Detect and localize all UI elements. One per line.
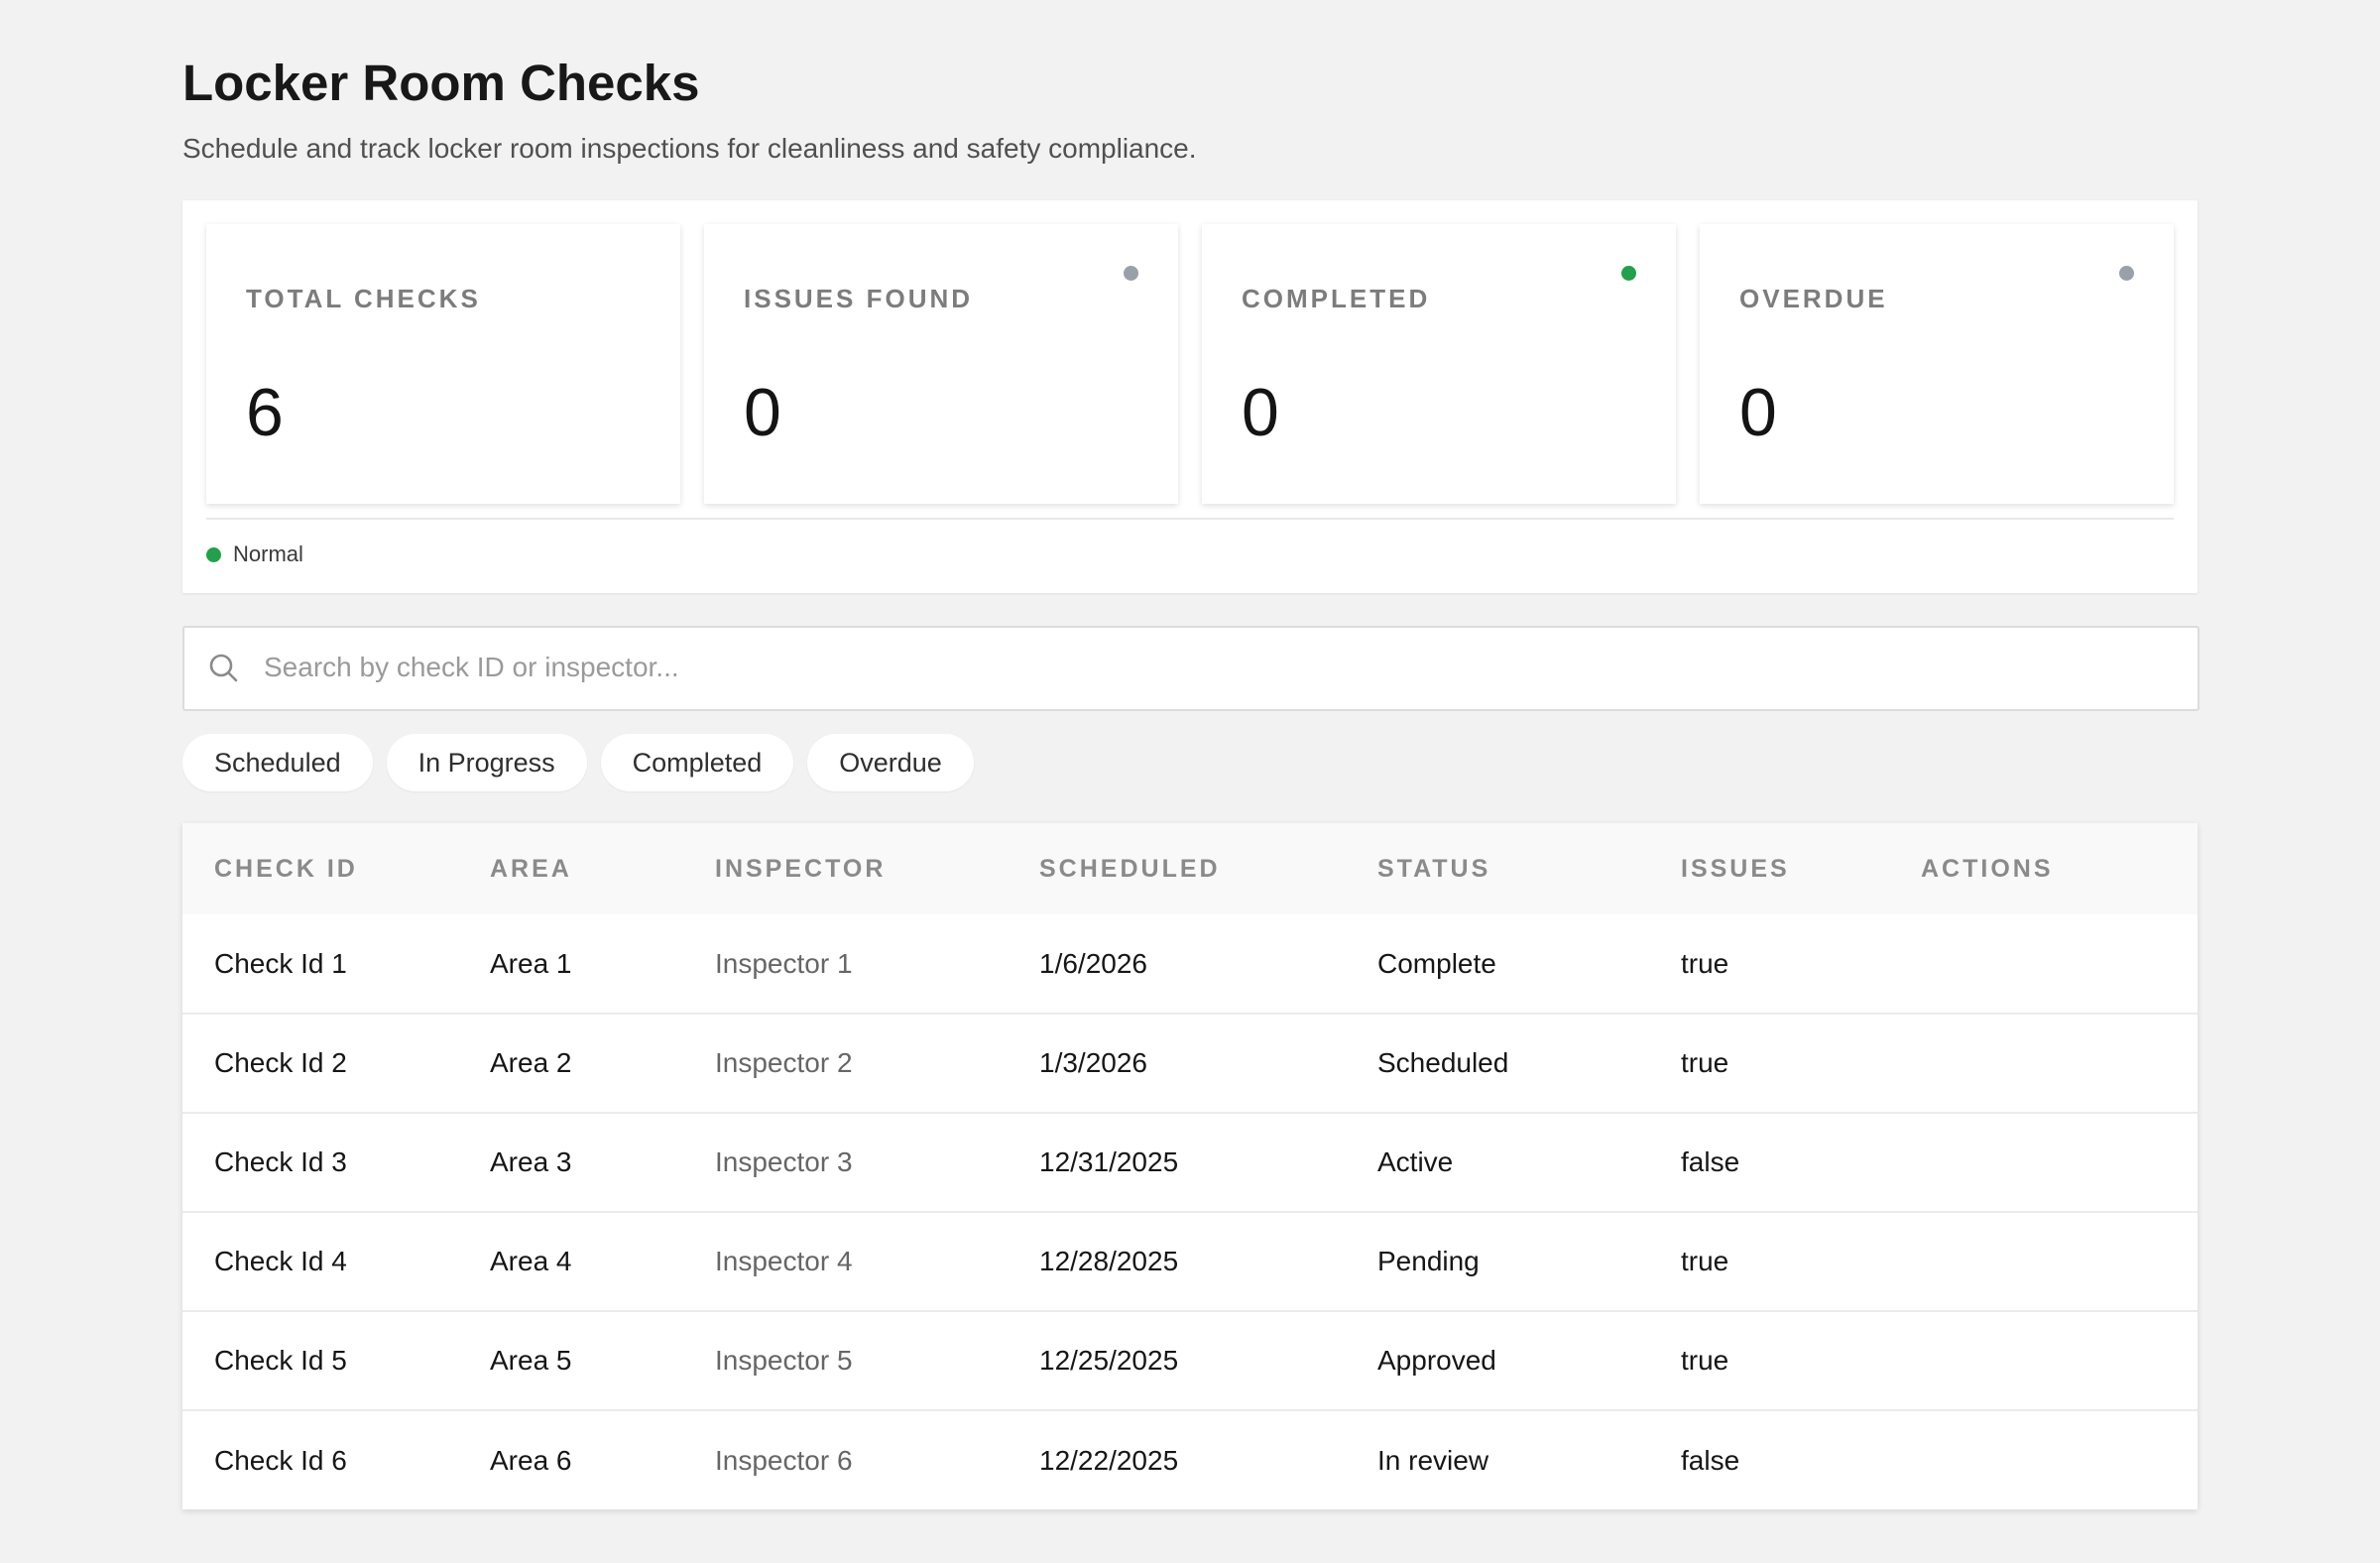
page: Locker Room Checks Schedule and track lo… (0, 0, 2380, 1563)
column-header-area[interactable]: AREA (490, 823, 715, 914)
legend-dot-icon (206, 546, 221, 562)
table-row[interactable]: Check Id 6 Area 6 Inspector 6 12/22/2025… (182, 1410, 2198, 1509)
cell-area: Area 1 (490, 947, 572, 979)
table-row[interactable]: Check Id 3 Area 3 Inspector 3 12/31/2025… (182, 1113, 2198, 1212)
cell-issues: true (1681, 1047, 1729, 1078)
cell-issues: false (1681, 1444, 1740, 1476)
cell-status: Approved (1377, 1345, 1496, 1376)
cell-status: Active (1377, 1146, 1454, 1177)
cell-scheduled: 1/3/2026 (1039, 1047, 1147, 1078)
status-dot-icon (1621, 266, 1636, 281)
table-header-row: CHECK ID AREA INSPECTOR SCHEDULED STATUS… (182, 823, 2198, 914)
cell-check-id: Check Id 5 (214, 1345, 347, 1376)
stat-card-overdue: OVERDUE 0 (1700, 224, 2174, 504)
cell-actions (1921, 1014, 2198, 1113)
stat-label: TOTAL CHECKS (246, 284, 481, 313)
cell-inspector: Inspector 1 (715, 947, 853, 979)
page-subtitle: Schedule and track locker room inspectio… (182, 133, 1197, 164)
search-icon (209, 654, 238, 682)
stat-value: 0 (1739, 375, 1777, 450)
stat-label: ISSUES FOUND (744, 284, 974, 313)
cell-status: In review (1377, 1444, 1489, 1476)
column-header-issues[interactable]: ISSUES (1681, 823, 1921, 914)
cell-status: Complete (1377, 947, 1496, 979)
cell-inspector: Inspector 2 (715, 1047, 853, 1078)
cell-actions (1921, 1410, 2198, 1509)
filter-chip-in-progress[interactable]: In Progress (386, 734, 587, 791)
stat-value: 6 (246, 375, 284, 450)
stat-card-total-checks: TOTAL CHECKS 6 (206, 224, 680, 504)
cell-actions (1921, 1311, 2198, 1410)
cell-status: Scheduled (1377, 1047, 1509, 1078)
cell-issues: true (1681, 947, 1729, 979)
cell-actions (1921, 914, 2198, 1014)
cell-check-id: Check Id 1 (214, 947, 347, 979)
cell-inspector: Inspector 3 (715, 1146, 853, 1177)
stat-label: OVERDUE (1739, 284, 1888, 313)
search-input[interactable] (262, 628, 2150, 707)
filter-chip-overdue[interactable]: Overdue (807, 734, 974, 791)
legend: Normal (206, 538, 303, 571)
cell-scheduled: 12/25/2025 (1039, 1345, 1179, 1376)
cell-scheduled: 12/28/2025 (1039, 1246, 1179, 1276)
cell-inspector: Inspector 5 (715, 1345, 853, 1376)
column-header-inspector[interactable]: INSPECTOR (715, 823, 1039, 914)
cell-check-id: Check Id 6 (214, 1444, 347, 1476)
status-dot-icon (1124, 266, 1138, 281)
cell-area: Area 2 (490, 1047, 572, 1078)
filter-chips: Scheduled In Progress Completed Overdue (182, 734, 988, 791)
status-dot-icon (2119, 266, 2134, 281)
stat-value: 0 (1242, 375, 1279, 450)
column-header-actions: ACTIONS (1921, 854, 2054, 883)
stat-card-completed: COMPLETED 0 (1202, 224, 1676, 504)
cell-inspector: Inspector 4 (715, 1246, 853, 1276)
stat-value: 0 (744, 375, 781, 450)
table-row[interactable]: Check Id 5 Area 5 Inspector 5 12/25/2025… (182, 1311, 2198, 1410)
cell-issues: false (1681, 1146, 1740, 1177)
cell-check-id: Check Id 4 (214, 1246, 347, 1276)
cell-area: Area 6 (490, 1444, 572, 1476)
cell-check-id: Check Id 3 (214, 1146, 347, 1177)
cell-area: Area 5 (490, 1345, 572, 1376)
cell-issues: true (1681, 1246, 1729, 1276)
table-row[interactable]: Check Id 1 Area 1 Inspector 1 1/6/2026 C… (182, 914, 2198, 1014)
cell-issues: true (1681, 1345, 1729, 1376)
table-row[interactable]: Check Id 2 Area 2 Inspector 2 1/3/2026 S… (182, 1014, 2198, 1113)
cell-scheduled: 12/22/2025 (1039, 1444, 1179, 1476)
search-box[interactable] (182, 626, 2200, 711)
cell-inspector: Inspector 6 (715, 1444, 853, 1476)
cell-actions (1921, 1113, 2198, 1212)
filter-chip-scheduled[interactable]: Scheduled (182, 734, 373, 791)
stat-card-issues-found: ISSUES FOUND 0 (704, 224, 1178, 504)
cell-scheduled: 1/6/2026 (1039, 947, 1147, 979)
column-header-status[interactable]: STATUS (1377, 823, 1681, 914)
legend-divider (206, 518, 2174, 520)
legend-label: Normal (233, 541, 303, 566)
cell-scheduled: 12/31/2025 (1039, 1146, 1179, 1177)
page-title: Locker Room Checks (182, 55, 700, 111)
column-header-check-id[interactable]: CHECK ID (182, 823, 490, 914)
cell-area: Area 3 (490, 1146, 572, 1177)
cell-actions (1921, 1212, 2198, 1311)
cell-check-id: Check Id 2 (214, 1047, 347, 1078)
cell-status: Pending (1377, 1246, 1480, 1276)
table-row[interactable]: Check Id 4 Area 4 Inspector 4 12/28/2025… (182, 1212, 2198, 1311)
stats-panel: TOTAL CHECKS 6 ISSUES FOUND 0 COMPLETED … (182, 200, 2198, 593)
cell-area: Area 4 (490, 1246, 572, 1276)
checks-table: CHECK ID AREA INSPECTOR SCHEDULED STATUS… (182, 823, 2198, 1509)
column-header-scheduled[interactable]: SCHEDULED (1039, 823, 1377, 914)
stat-label: COMPLETED (1242, 284, 1431, 313)
filter-chip-completed[interactable]: Completed (600, 734, 794, 791)
